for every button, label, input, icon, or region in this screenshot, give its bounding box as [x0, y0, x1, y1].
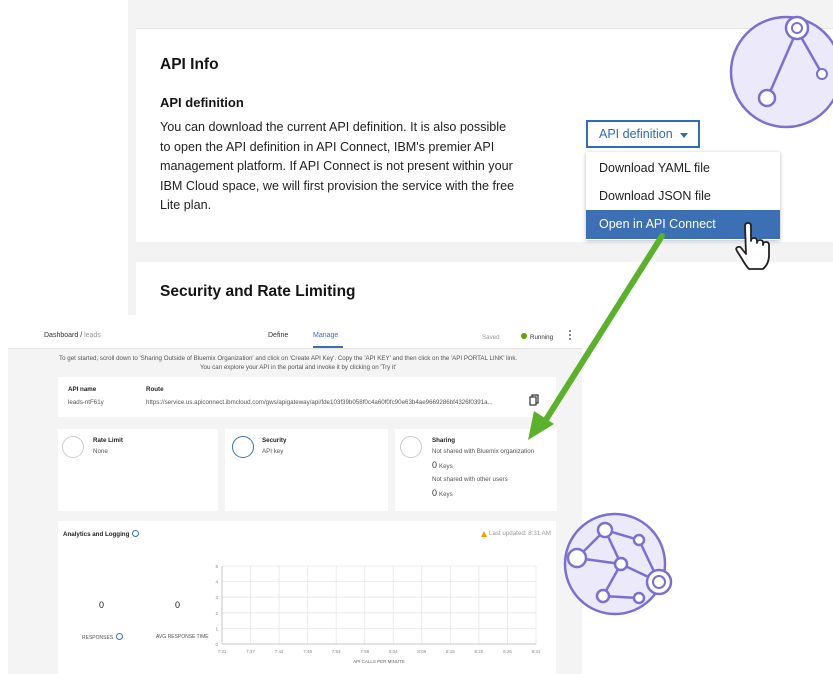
arrow-shaft — [539, 233, 665, 429]
connect-graph-icon — [729, 15, 833, 129]
network-graph-icon — [563, 512, 673, 616]
green-arrow — [528, 233, 665, 440]
